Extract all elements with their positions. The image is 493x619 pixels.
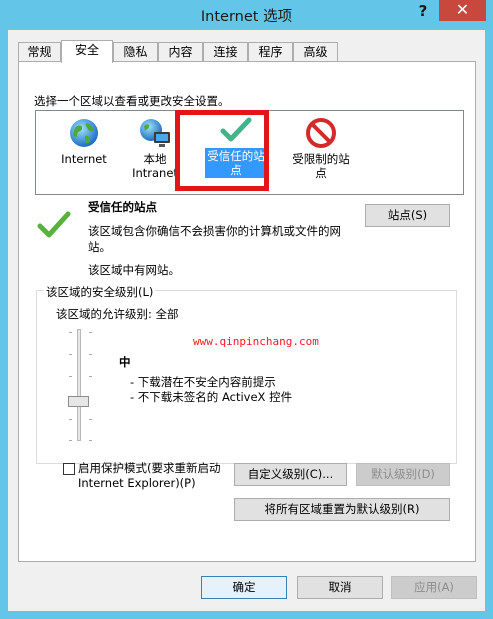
- cancel-button[interactable]: 取消: [297, 576, 383, 599]
- security-level-label: 该区域的安全级别(L): [44, 284, 156, 300]
- globe-icon: [70, 119, 98, 147]
- tab-general[interactable]: 常规: [18, 42, 61, 62]
- selected-zone-contents: 该区域中有网站。: [88, 263, 180, 277]
- internet-options-window: Internet 选项 ? ✕ 常规 安全 隐私 内容 连接 程序 高级 选择一…: [0, 0, 493, 619]
- security-level-name: 中: [119, 355, 131, 369]
- zone-restricted-sites[interactable]: 受限制的站 点: [281, 117, 361, 180]
- custom-level-button[interactable]: 自定义级别(C)...: [234, 463, 347, 486]
- title-bar[interactable]: Internet 选项 ? ✕: [0, 0, 493, 30]
- slider-tick: [89, 440, 92, 441]
- selected-zone-title: 受信任的站点: [88, 200, 157, 214]
- highlight-box: [175, 110, 269, 191]
- local-intranet-icon: [140, 119, 170, 147]
- default-level-button[interactable]: 默认级别(D): [356, 463, 450, 486]
- slider-tick: [69, 440, 72, 441]
- protected-mode-label[interactable]: 启用保护模式(要求重新启动 Internet Explorer)(P): [78, 461, 253, 491]
- zone-prompt: 选择一个区域以查看或更改安全设置。: [34, 94, 230, 108]
- slider-tick: [69, 376, 72, 377]
- sites-button[interactable]: 站点(S): [365, 204, 450, 227]
- allowed-levels-text: 该区域的允许级别: 全部: [56, 307, 179, 321]
- security-level-slider[interactable]: [77, 329, 81, 441]
- apply-button[interactable]: 应用(A): [391, 576, 477, 599]
- slider-tick: [89, 332, 92, 333]
- tab-privacy[interactable]: 隐私: [113, 42, 158, 62]
- slider-tick: [69, 332, 72, 333]
- slider-tick: [69, 354, 72, 355]
- tab-connections[interactable]: 连接: [203, 42, 248, 62]
- slider-tick: [89, 354, 92, 355]
- level-point: - 下载潜在不安全内容前提示: [130, 375, 276, 389]
- protected-mode-checkbox[interactable]: [63, 463, 75, 475]
- tab-programs[interactable]: 程序: [248, 42, 293, 62]
- dialog-client-area: 常规 安全 隐私 内容 连接 程序 高级 选择一个区域以查看或更改安全设置。 I…: [8, 30, 485, 611]
- tab-content[interactable]: 内容: [158, 42, 203, 62]
- level-point: - 不下载未签名的 ActiveX 控件: [130, 390, 293, 404]
- slider-tick: [89, 376, 92, 377]
- selected-zone-description: 该区域包含你确信不会损害你的计算机或文件的网站。: [88, 224, 341, 254]
- zone-internet[interactable]: Internet: [50, 117, 118, 166]
- slider-tick: [69, 419, 72, 420]
- tab-advanced[interactable]: 高级: [293, 42, 338, 62]
- security-level-slider-thumb[interactable]: [68, 396, 89, 407]
- close-button[interactable]: ✕: [439, 0, 486, 21]
- reset-all-zones-button[interactable]: 将所有区域重置为默认级别(R): [234, 498, 450, 521]
- zone-internet-label: Internet: [61, 152, 107, 166]
- watermark: www.qinpinchang.com: [193, 335, 319, 348]
- zone-restricted-sites-label: 受限制的站 点: [292, 152, 350, 180]
- tab-security[interactable]: 安全: [61, 40, 113, 63]
- help-button[interactable]: ?: [410, 0, 436, 22]
- no-entry-icon: [306, 118, 336, 148]
- slider-tick: [89, 419, 92, 420]
- trusted-check-icon: [37, 211, 71, 238]
- security-level-description: - 下载潜在不安全内容前提示 - 不下载未签名的 ActiveX 控件: [130, 375, 292, 405]
- security-tab-panel: 选择一个区域以查看或更改安全设置。 Internet 本地 Intranet 受…: [18, 61, 476, 562]
- ok-button[interactable]: 确定: [201, 576, 287, 599]
